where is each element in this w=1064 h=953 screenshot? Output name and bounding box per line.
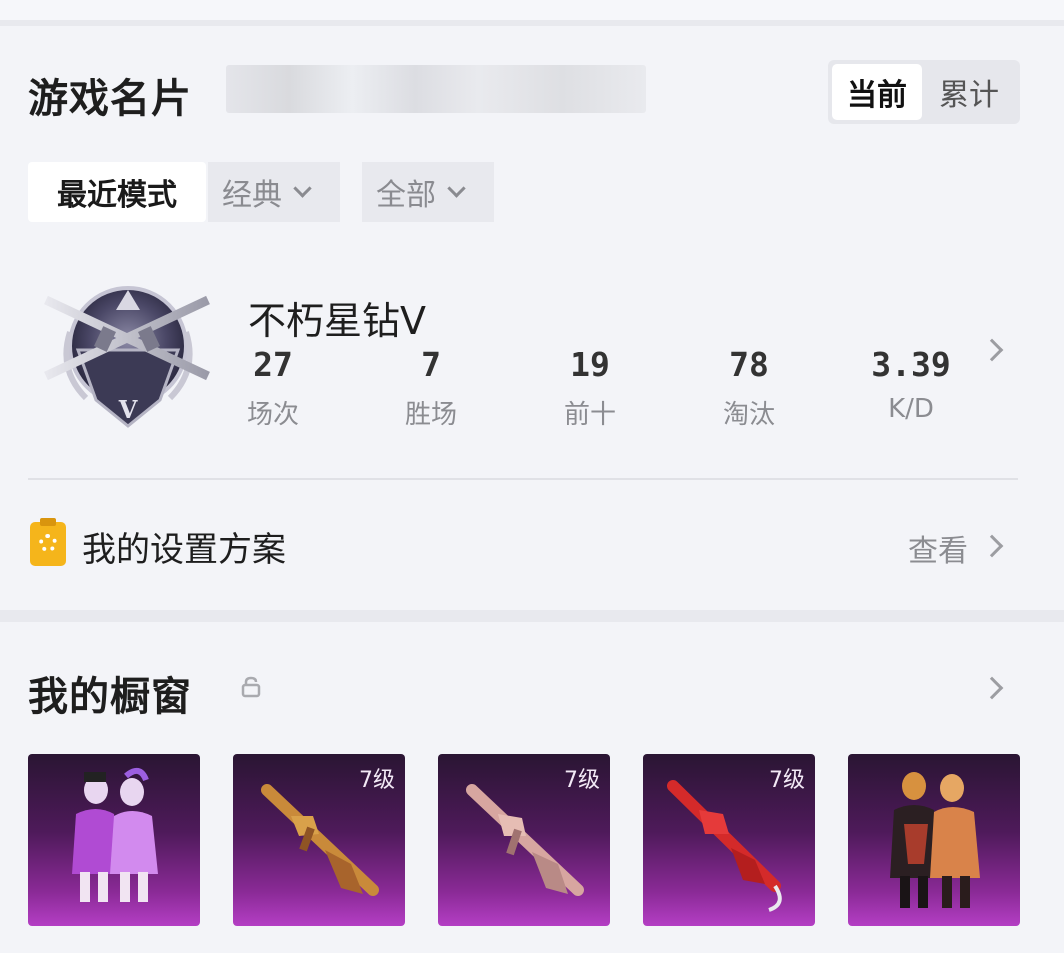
showcase-item-outfit-dark[interactable]: [848, 754, 1020, 926]
player-name-blurred: [226, 65, 646, 113]
recent-mode-filter[interactable]: 最近模式: [28, 162, 206, 222]
badge-tier-text: V: [118, 395, 138, 424]
item-level-badge: 7级: [564, 768, 600, 793]
divider: [28, 478, 1018, 480]
stat-label: 前十: [563, 400, 616, 430]
showcase-title: 我的橱窗: [28, 674, 192, 720]
stat-top10: 19 前十: [535, 342, 645, 431]
range-dropdown[interactable]: 全部: [362, 162, 494, 222]
stat-kd: 3.39 K/D: [856, 342, 966, 424]
mode-dropdown-label: 经典: [222, 178, 282, 213]
stat-value: 7: [421, 345, 441, 384]
showcase-item-rifle-pink[interactable]: 7级: [438, 754, 610, 926]
showcase-item-rifle-red[interactable]: 7级: [643, 754, 815, 926]
view-settings-link[interactable]: 查看: [908, 526, 968, 570]
tab-cumulative[interactable]: 累计: [924, 64, 1014, 120]
scope-toggle: 当前 累计: [828, 60, 1020, 124]
chevron-down-icon: [447, 178, 466, 198]
stat-kills: 78 淘汰: [694, 342, 804, 431]
showcase-item-rifle-gold[interactable]: 7级: [233, 754, 405, 926]
outfit-pair-dark-icon: [890, 772, 980, 908]
stat-label: K/D: [888, 394, 934, 424]
settings-clipboard-icon: [30, 518, 66, 566]
stat-wins: 7 胜场: [376, 342, 486, 431]
stat-value: 3.39: [871, 345, 951, 384]
card-title: 游戏名片: [28, 76, 192, 122]
lock-icon: [240, 676, 262, 698]
top-strip: [0, 0, 1064, 20]
mode-dropdown[interactable]: 经典: [208, 162, 340, 222]
chevron-down-icon: [293, 178, 312, 198]
stat-value: 27: [253, 345, 293, 384]
tab-current[interactable]: 当前: [832, 64, 922, 120]
outfit-pair-icon: [72, 767, 158, 902]
stat-value: 19: [570, 345, 610, 384]
stat-label: 淘汰: [722, 400, 775, 430]
stat-matches: 27 场次: [218, 342, 328, 431]
stat-label: 胜场: [404, 400, 457, 430]
recent-mode-label: 最近模式: [57, 178, 177, 213]
settings-label[interactable]: 我的设置方案: [82, 522, 286, 571]
item-level-badge: 7级: [769, 768, 805, 793]
stat-value: 78: [729, 345, 769, 384]
rank-badge-icon: V: [38, 280, 216, 428]
range-dropdown-label: 全部: [376, 178, 436, 213]
rank-name: 不朽星钻Ⅴ: [248, 299, 426, 343]
showcase-item-outfit[interactable]: [28, 754, 200, 926]
item-level-badge: 7级: [359, 768, 395, 793]
stat-label: 场次: [246, 400, 299, 430]
